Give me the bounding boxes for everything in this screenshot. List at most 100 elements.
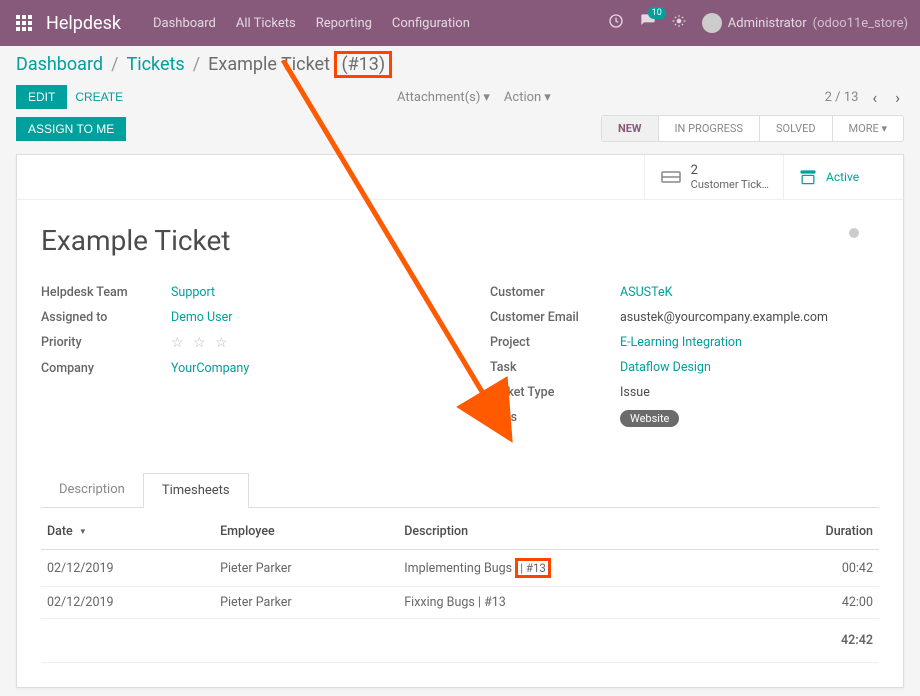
topbar: Helpdesk Dashboard All Tickets Reporting… <box>0 0 920 46</box>
user-menu[interactable]: Administrator (odoo11e_store) <box>702 13 908 33</box>
type-label: Ticket Type <box>490 385 620 400</box>
cell-description: Implementing Bugs | #13 <box>398 550 748 587</box>
cell-description: Fixxing Bugs | #13 <box>398 587 748 619</box>
desc-text: Implementing Bugs <box>404 561 515 576</box>
status-solved[interactable]: SOLVED <box>760 116 833 141</box>
fields-grid: Helpdesk TeamSupport Assigned toDemo Use… <box>41 285 879 437</box>
create-button[interactable]: CREATE <box>75 90 123 104</box>
breadcrumb: Dashboard / Tickets / Example Ticket (#1… <box>16 54 904 75</box>
fields-col-right: CustomerASUSTeK Customer Emailasustek@yo… <box>490 285 879 437</box>
status-bar: NEW IN PROGRESS SOLVED MORE ▾ <box>601 115 904 142</box>
active-toggle[interactable]: Active <box>783 155 903 199</box>
action-label: Action <box>504 90 541 105</box>
cell-duration: 42:00 <box>748 587 879 619</box>
status-new[interactable]: NEW <box>602 116 659 141</box>
brand-title: Helpdesk <box>46 13 121 34</box>
chevron-down-icon: ▾ <box>483 90 490 105</box>
nav-dashboard[interactable]: Dashboard <box>153 16 216 31</box>
fields-col-left: Helpdesk TeamSupport Assigned toDemo Use… <box>41 285 430 437</box>
th-description[interactable]: Description <box>398 514 748 550</box>
breadcrumb-tickets[interactable]: Tickets <box>127 54 185 75</box>
customer-label: Customer <box>490 285 620 300</box>
timesheets-table: Date Employee Description Duration 02/12… <box>41 514 879 663</box>
task-label: Task <box>490 360 620 375</box>
tabs: Description Timesheets <box>41 473 879 508</box>
stat-buttons: 2 Customer Tick… Active <box>17 155 903 200</box>
breadcrumb-dashboard[interactable]: Dashboard <box>16 54 103 75</box>
tab-description[interactable]: Description <box>41 473 143 507</box>
th-duration[interactable]: Duration <box>748 514 879 550</box>
cell-duration: 00:42 <box>748 550 879 587</box>
active-label: Active <box>826 170 859 184</box>
form-sheet: 2 Customer Tick… Active Example Ticket H… <box>16 154 904 688</box>
chevron-down-icon: ▾ <box>544 90 551 105</box>
th-date[interactable]: Date <box>41 514 214 550</box>
avatar-icon <box>702 13 722 33</box>
form-body: Example Ticket Helpdesk TeamSupport Assi… <box>17 200 903 687</box>
nav-configuration[interactable]: Configuration <box>392 16 470 31</box>
type-value: Issue <box>620 385 650 400</box>
tab-timesheets[interactable]: Timesheets <box>143 473 249 508</box>
debug-icon[interactable] <box>672 14 686 32</box>
table-row[interactable]: 02/12/2019 Pieter Parker Fixxing Bugs | … <box>41 587 879 619</box>
pager-next[interactable]: › <box>891 88 904 107</box>
stat-tickets-count: 2 <box>691 163 769 178</box>
top-nav: Dashboard All Tickets Reporting Configur… <box>153 16 470 31</box>
customer-link[interactable]: ASUSTeK <box>620 285 672 300</box>
email-label: Customer Email <box>490 310 620 325</box>
secondary-row: ASSIGN TO ME NEW IN PROGRESS SOLVED MORE… <box>16 115 904 142</box>
nav-reporting[interactable]: Reporting <box>316 16 372 31</box>
breadcrumb-sep: / <box>111 54 118 75</box>
breadcrumb-current-text: Example Ticket <box>208 54 330 75</box>
clock-icon[interactable] <box>608 13 624 33</box>
customer-tickets-stat[interactable]: 2 Customer Tick… <box>644 155 783 199</box>
table-total-row: 42:42 <box>41 619 879 663</box>
assigned-label: Assigned to <box>41 310 171 325</box>
sort-desc-icon <box>76 524 87 539</box>
kanban-state-dot[interactable] <box>849 228 859 238</box>
cell-employee: Pieter Parker <box>214 587 398 619</box>
cell-date: 02/12/2019 <box>41 550 214 587</box>
nav-all-tickets[interactable]: All Tickets <box>236 16 296 31</box>
team-link[interactable]: Support <box>171 285 215 300</box>
email-value: asustek@yourcompany.example.com <box>620 310 828 325</box>
breadcrumb-sep: / <box>193 54 200 75</box>
project-link[interactable]: E-Learning Integration <box>620 335 742 350</box>
edit-button[interactable]: EDIT <box>16 85 67 109</box>
pager-prev[interactable]: ‹ <box>868 88 881 107</box>
company-label: Company <box>41 361 171 376</box>
pager-text: 2 / 13 <box>825 90 859 105</box>
topbar-right: 10 Administrator (odoo11e_store) <box>608 13 908 33</box>
tag-website[interactable]: Website <box>620 410 679 427</box>
ticket-icon <box>659 165 683 189</box>
total-duration: 42:42 <box>748 619 879 663</box>
status-in-progress[interactable]: IN PROGRESS <box>659 116 760 141</box>
attachments-dropdown[interactable]: Attachment(s) ▾ <box>397 90 490 105</box>
cell-employee: Pieter Parker <box>214 550 398 587</box>
user-db: (odoo11e_store) <box>813 16 908 31</box>
th-date-label: Date <box>47 524 73 539</box>
company-link[interactable]: YourCompany <box>171 361 249 376</box>
cell-date: 02/12/2019 <box>41 587 214 619</box>
breadcrumb-ticket-id-highlight: (#13) <box>334 51 392 78</box>
assigned-link[interactable]: Demo User <box>171 310 232 325</box>
priority-stars[interactable]: ☆ ☆ ☆ <box>171 335 231 351</box>
messages-badge: 10 <box>648 7 666 19</box>
button-row: EDIT CREATE Attachment(s) ▾ Action ▾ 2 /… <box>16 85 904 109</box>
task-link[interactable]: Dataflow Design <box>620 360 711 375</box>
team-label: Helpdesk Team <box>41 285 171 300</box>
th-employee[interactable]: Employee <box>214 514 398 550</box>
assign-to-me-button[interactable]: ASSIGN TO ME <box>16 117 126 141</box>
status-more[interactable]: MORE ▾ <box>833 116 903 141</box>
control-panel: Dashboard / Tickets / Example Ticket (#1… <box>0 46 920 146</box>
action-dropdown[interactable]: Action ▾ <box>504 90 551 105</box>
project-label: Project <box>490 335 620 350</box>
messages-icon[interactable]: 10 <box>640 13 656 33</box>
priority-label: Priority <box>41 335 171 351</box>
attachments-label: Attachment(s) <box>397 90 480 105</box>
archive-icon <box>798 167 818 187</box>
apps-menu-button[interactable] <box>12 11 36 35</box>
tags-label: Tags <box>490 410 620 427</box>
ticket-title: Example Ticket <box>41 224 879 257</box>
table-row[interactable]: 02/12/2019 Pieter Parker Implementing Bu… <box>41 550 879 587</box>
